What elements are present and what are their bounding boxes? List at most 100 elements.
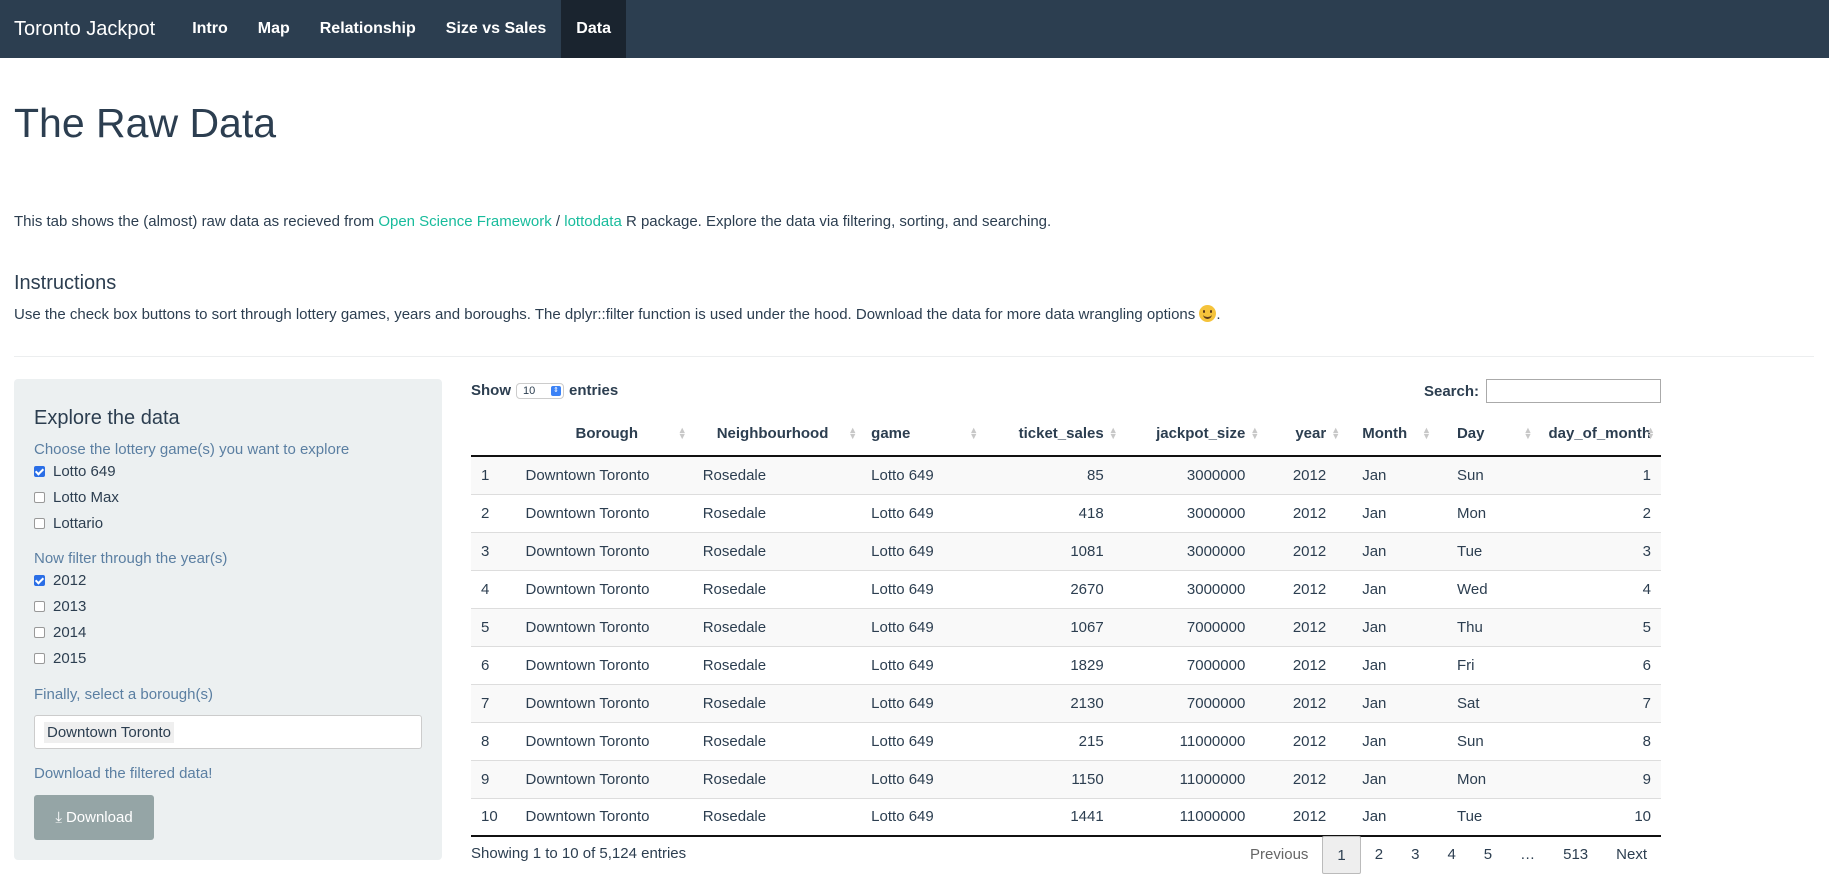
table-row: 9 Downtown Toronto Rosedale Lotto 649 1150 11…	[471, 759, 1661, 798]
table-cell: Downtown Toronto	[515, 683, 693, 722]
navbar: Toronto Jackpot Intro Map Relationship S…	[0, 0, 1829, 58]
col-header-day[interactable]: Day ▲ ▼	[1436, 412, 1539, 457]
table-cell: 2012	[1265, 455, 1347, 494]
checkbox-year-2015[interactable]: 2015	[34, 650, 86, 667]
checkbox-unchecked[interactable]	[34, 492, 45, 503]
table-cell: 9	[1538, 759, 1661, 798]
nav-tab-data[interactable]: Data	[561, 0, 626, 58]
table-cell: Lotto 649	[863, 493, 985, 532]
table-cell: Lotto 649	[863, 721, 985, 760]
checkbox-unchecked[interactable]	[34, 653, 45, 664]
show-label: Show	[471, 382, 511, 399]
nav-tab-relationship[interactable]: Relationship	[305, 0, 431, 58]
table-cell: 2	[471, 493, 516, 532]
table-cell: Jan	[1346, 607, 1437, 646]
entries-select[interactable]: 10 ⇕	[516, 382, 564, 399]
next-page-button[interactable]: Next	[1602, 836, 1661, 872]
osf-link[interactable]: Open Science Framework	[378, 213, 551, 230]
checkbox-lotto-649[interactable]: Lotto 649	[34, 463, 116, 480]
table-cell: 7	[1538, 683, 1661, 722]
col-header-year[interactable]: year ▲ ▼	[1265, 412, 1347, 457]
table-row: 10 Downtown Toronto Rosedale Lotto 649 1441 1…	[471, 797, 1661, 837]
table-cell: Downtown Toronto	[515, 759, 693, 798]
table-cell: Rosedale	[692, 797, 864, 837]
nav-tab-map[interactable]: Map	[243, 0, 305, 58]
lottodata-link[interactable]: lottodata	[564, 213, 622, 230]
pagination: Previous 1 2 3 4 5 … 513 Next	[1236, 836, 1661, 874]
checkbox-year-2014[interactable]: 2014	[34, 624, 86, 641]
select-stepper-icon: ⇕	[551, 385, 561, 396]
col-header-game[interactable]: game ▲ ▼	[863, 412, 985, 457]
table-cell: Lotto 649	[863, 531, 985, 570]
col-header-month[interactable]: Month ▲ ▼	[1346, 412, 1437, 457]
table-row: 3 Downtown Toronto Rosedale Lotto 649 1081 30…	[471, 531, 1661, 570]
page-button-513[interactable]: 513	[1549, 836, 1602, 872]
pagination-ellipsis: …	[1520, 845, 1536, 863]
table-cell: Thu	[1436, 607, 1539, 646]
nav-tab-size-vs-sales[interactable]: Size vs Sales	[431, 0, 562, 58]
table-cell: Tue	[1436, 531, 1539, 570]
table-body: 1 Downtown Toronto Rosedale Lotto 649 85 3000…	[471, 455, 1661, 837]
col-header-borough[interactable]: Borough ▲ ▼	[515, 412, 693, 457]
table-cell: 5	[471, 607, 516, 646]
page-button-5[interactable]: 5	[1470, 836, 1506, 872]
table-cell: 2012	[1265, 607, 1347, 646]
col-header-jackpot-size[interactable]: jackpot_size ▲ ▼	[1123, 412, 1266, 457]
nav-tab-intro[interactable]: Intro	[177, 0, 243, 58]
search-input[interactable]	[1486, 379, 1661, 403]
col-header-ticket-sales[interactable]: ticket_sales ▲ ▼	[984, 412, 1124, 457]
intro-text: This tab shows the (almost) raw data as …	[14, 213, 1051, 230]
table-cell: 2012	[1265, 683, 1347, 722]
page-title: The Raw Data	[14, 100, 277, 146]
sort-icon: ▲ ▼	[1331, 425, 1341, 441]
table-cell: 3000000	[1123, 531, 1266, 570]
checkbox-checked[interactable]	[34, 575, 45, 586]
checkbox-label: 2013	[53, 598, 87, 615]
page-button-1[interactable]: 1	[1322, 836, 1361, 874]
table-cell: 3	[471, 531, 516, 570]
checkbox-label: Lotto 649	[53, 463, 116, 480]
table-cell: Lotto 649	[863, 569, 985, 608]
checkbox-label: Lotto Max	[53, 489, 119, 506]
table-cell: 3000000	[1123, 569, 1266, 608]
intro-before: This tab shows the (almost) raw data as …	[14, 213, 379, 230]
page-button-4[interactable]: 4	[1433, 836, 1469, 872]
download-button-label: Download	[65, 809, 133, 826]
intro-after: R package. Explore the data via filterin…	[621, 213, 1052, 230]
checkbox-year-2012[interactable]: 2012	[34, 572, 86, 589]
instructions-text: Use the check box buttons to sort throug…	[14, 305, 1221, 323]
page-button-3[interactable]: 3	[1397, 836, 1433, 872]
checkbox-unchecked[interactable]	[34, 627, 45, 638]
table-cell: 11000000	[1123, 759, 1266, 798]
sort-icon: ▲ ▼	[1250, 425, 1260, 441]
checkbox-unchecked[interactable]	[34, 518, 45, 529]
table-cell: Jan	[1346, 569, 1437, 608]
table-cell: Lotto 649	[863, 645, 985, 684]
col-header-label: day_of_month	[1548, 425, 1651, 442]
checkbox-label: 2014	[53, 624, 87, 641]
table-cell: 2130	[984, 683, 1124, 722]
borough-select[interactable]: Downtown Toronto	[34, 715, 422, 749]
brand-title[interactable]: Toronto Jackpot	[0, 0, 169, 58]
table-cell: Downtown Toronto	[515, 797, 693, 837]
sort-icon: ▲ ▼	[1108, 425, 1118, 441]
checkbox-checked[interactable]	[34, 466, 45, 477]
table-cell: Sun	[1436, 721, 1539, 760]
table-info: Showing 1 to 10 of 5,124 entries	[471, 845, 687, 862]
checkbox-label: 2015	[53, 650, 87, 667]
col-header-day-of-month[interactable]: day_of_month ▲ ▼	[1538, 412, 1661, 457]
checkbox-year-2013[interactable]: 2013	[34, 598, 86, 615]
table-cell: 9	[471, 759, 516, 798]
table-cell: 11000000	[1123, 721, 1266, 760]
previous-page-button[interactable]: Previous	[1236, 836, 1322, 872]
checkbox-unchecked[interactable]	[34, 601, 45, 612]
borough-chip[interactable]: Downtown Toronto	[44, 722, 174, 743]
checkbox-lotto-max[interactable]: Lotto Max	[34, 489, 119, 506]
checkbox-lottario[interactable]: Lottario	[34, 515, 103, 532]
col-header-neighbourhood[interactable]: Neighbourhood ▲ ▼	[692, 412, 864, 457]
download-button[interactable]: ⤓ Download	[34, 795, 154, 840]
table-cell: Rosedale	[692, 759, 864, 798]
sort-icon: ▲ ▼	[969, 425, 979, 441]
table-cell: Downtown Toronto	[515, 645, 693, 684]
page-button-2[interactable]: 2	[1361, 836, 1397, 872]
